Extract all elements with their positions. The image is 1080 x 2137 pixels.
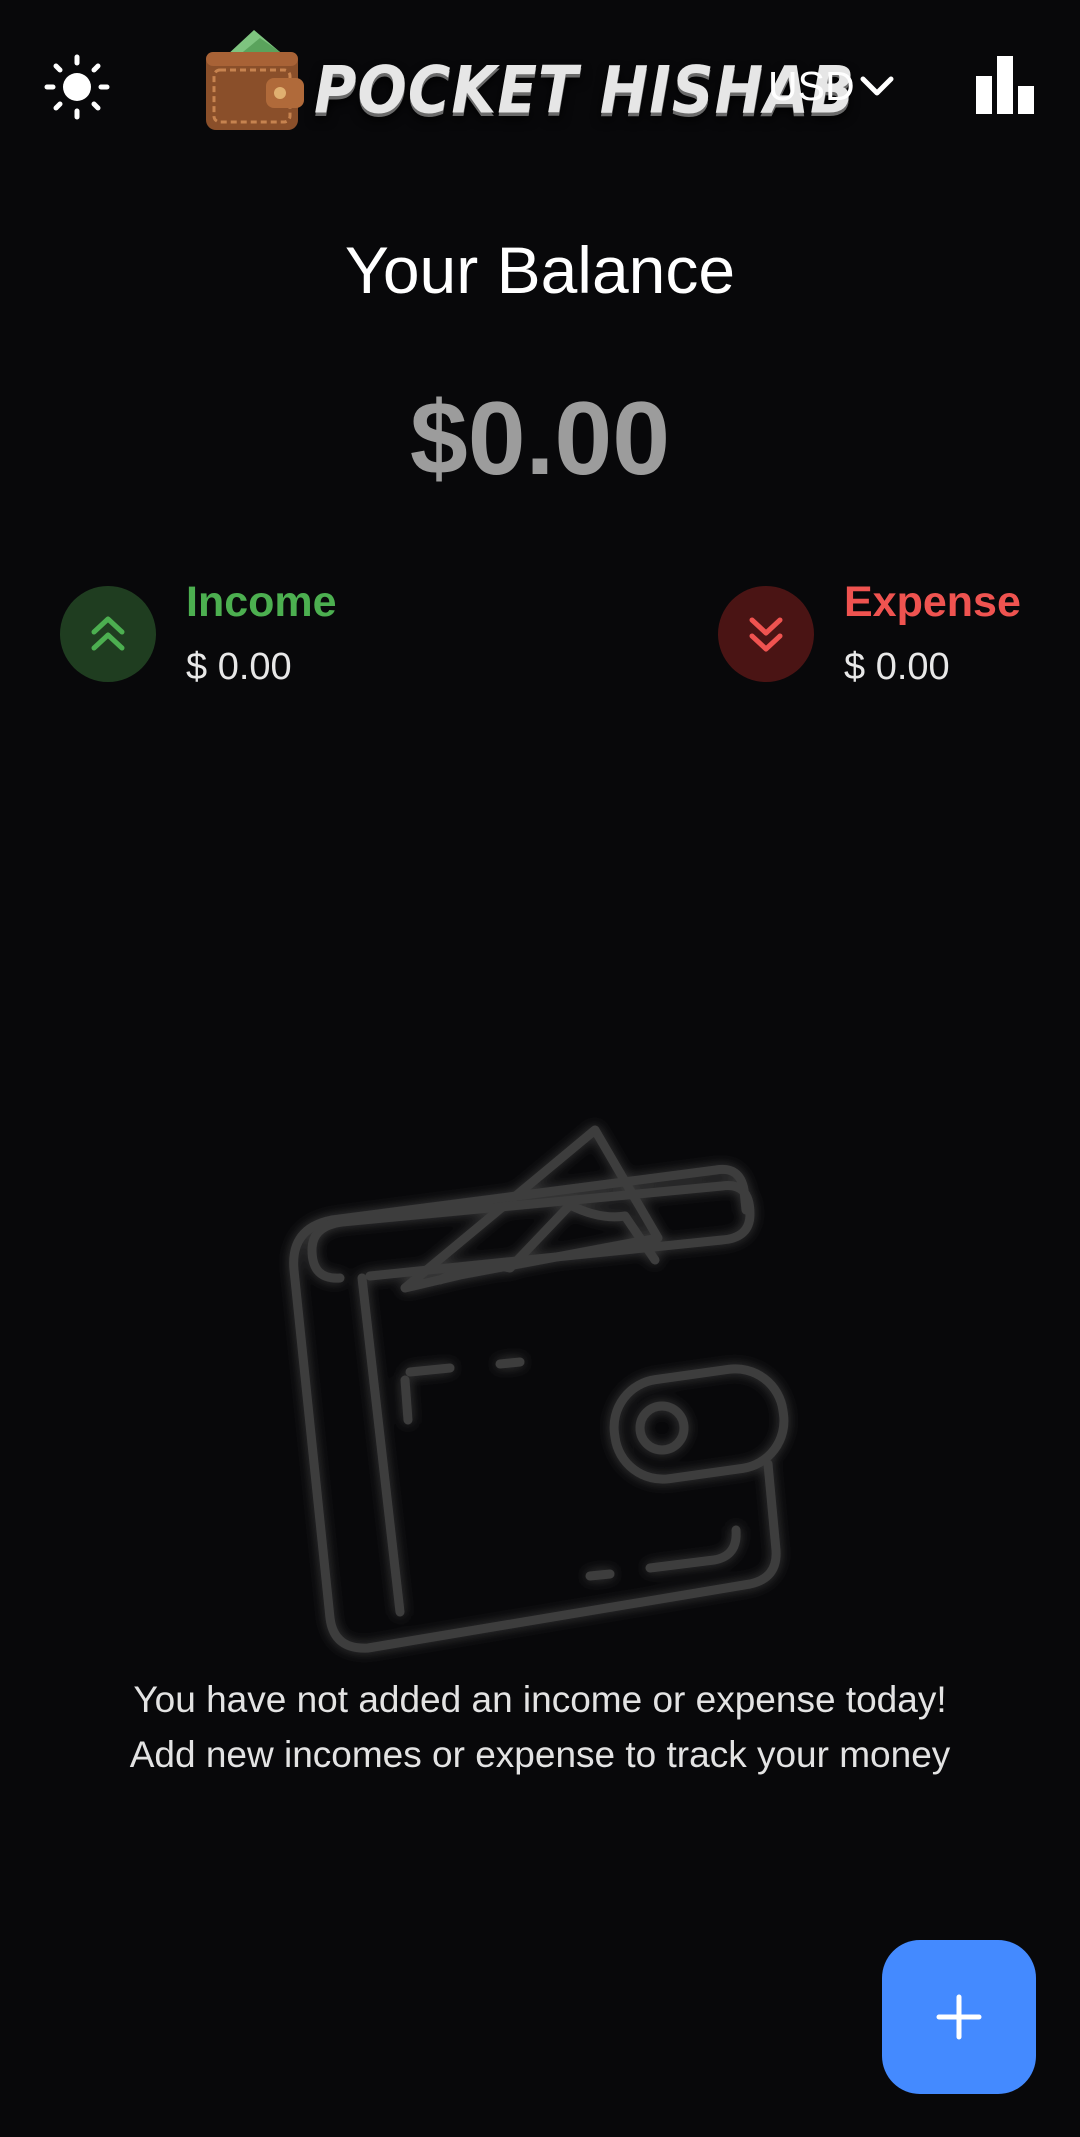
currency-label: USD (768, 62, 855, 109)
add-transaction-button[interactable] (882, 1940, 1036, 2094)
sun-icon (44, 54, 110, 120)
empty-state-message: You have not added an income or expense … (0, 1672, 1080, 1782)
expense-value: $ 0.00 (844, 646, 950, 688)
income-label: Income (186, 578, 337, 626)
app-logo: POCKET HISHAB (202, 26, 854, 138)
currency-selector[interactable]: USD (768, 56, 895, 116)
empty-state-line-1: You have not added an income or expense … (133, 1679, 947, 1720)
balance-amount: $0.00 (409, 381, 671, 497)
theme-toggle-button[interactable] (40, 50, 114, 124)
empty-state-line-2: Add new incomes or expense to track your… (129, 1734, 951, 1775)
plus-icon (936, 1994, 982, 2040)
double-chevron-down-icon (749, 617, 783, 652)
chevron-down-icon (860, 76, 894, 96)
expense-icon-badge (718, 586, 814, 682)
wallet-icon (289, 1125, 789, 1653)
balance-title: Your Balance (344, 233, 736, 307)
expense-label: Expense (844, 578, 1021, 626)
bar-chart-icon[interactable] (970, 50, 1040, 120)
double-chevron-up-icon (91, 616, 125, 651)
income-icon-badge (60, 586, 156, 682)
income-value: $ 0.00 (186, 646, 292, 688)
wallet-logo-icon (206, 30, 304, 130)
top-app-bar: POCKET HISHAB USD (0, 0, 1080, 170)
